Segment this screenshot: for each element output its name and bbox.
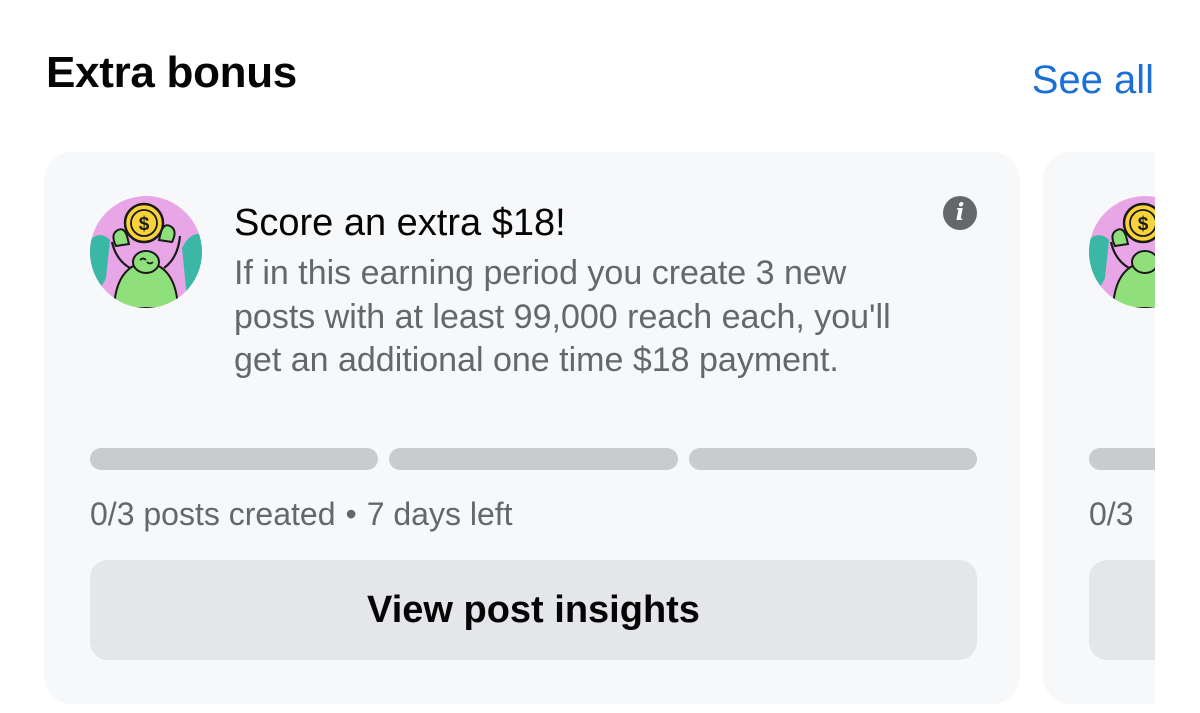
- status-line: 0/3 posts created • 7 days left: [90, 496, 513, 533]
- progress-segment: [90, 448, 379, 470]
- coin-hands-illustration-icon: $: [1089, 196, 1155, 308]
- cta-button[interactable]: [1089, 560, 1155, 660]
- status-separator: •: [345, 496, 357, 532]
- svg-text:$: $: [139, 214, 150, 235]
- info-icon[interactable]: i: [943, 196, 977, 230]
- posts-created-count: 0/3 posts created: [90, 496, 336, 532]
- bonus-description: If in this earning period you create 3 n…: [234, 254, 891, 379]
- progress-segment: [389, 448, 678, 470]
- see-all-link[interactable]: See all: [1032, 58, 1154, 103]
- svg-text:$: $: [1138, 214, 1149, 235]
- status-line: 0/3: [1089, 496, 1133, 533]
- bonus-carousel[interactable]: $ i Score an extra $18! If in this earni…: [0, 152, 1155, 713]
- progress-bar: [90, 448, 977, 470]
- posts-created-count: 0/3: [1089, 496, 1134, 532]
- progress-segment: [688, 448, 977, 470]
- section-title: Extra bonus: [46, 48, 297, 97]
- view-post-insights-button[interactable]: View post insights: [90, 560, 977, 660]
- progress-bar: [1089, 448, 1155, 470]
- bonus-card: $ i Score an extra $18! If in this earni…: [44, 152, 1020, 704]
- progress-segment: [1089, 448, 1155, 470]
- bonus-card-next[interactable]: $ 0/3: [1043, 152, 1155, 704]
- days-left: 7 days left: [366, 496, 513, 532]
- bonus-title: Score an extra $18!: [234, 202, 566, 244]
- coin-hands-illustration-icon: $: [90, 196, 202, 308]
